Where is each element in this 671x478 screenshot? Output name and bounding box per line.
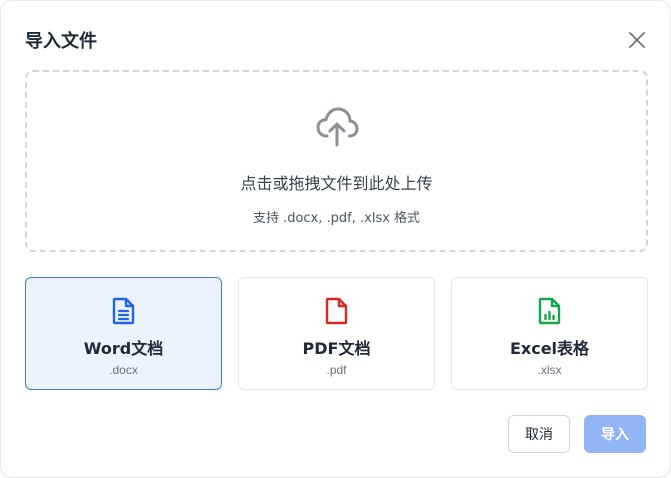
file-type-word[interactable]: Word文档 .docx [25, 277, 222, 390]
upload-dropzone[interactable]: 点击或拖拽文件到此处上传 支持 .docx, .pdf, .xlsx 格式 [25, 70, 648, 252]
import-file-dialog: 导入文件 点击或拖拽文件到此处上传 支持 .docx, .pdf, .xlsx … [0, 0, 671, 478]
dropzone-hint: 支持 .docx, .pdf, .xlsx 格式 [252, 211, 421, 226]
dialog-title: 导入文件 [25, 31, 97, 52]
cancel-button[interactable]: 取消 [508, 415, 570, 453]
file-type-name: PDF文档 [302, 339, 371, 358]
import-button[interactable]: 导入 [584, 415, 646, 453]
dropzone-text: 点击或拖拽文件到此处上传 [240, 174, 433, 193]
file-type-excel[interactable]: Excel表格 .xlsx [451, 277, 648, 390]
dialog-header: 导入文件 [25, 27, 646, 53]
file-type-ext: .docx [109, 363, 138, 377]
file-type-ext: .xlsx [537, 363, 562, 377]
file-type-name: Excel表格 [509, 339, 590, 358]
close-icon[interactable] [626, 29, 648, 51]
cloud-upload-icon [316, 107, 358, 147]
file-type-name: Word文档 [83, 339, 164, 358]
pdf-file-icon [325, 297, 347, 325]
file-type-options: Word文档 .docx PDF文档 .pdf Excel表格 .xlsx [25, 277, 648, 390]
dialog-footer: 取消 导入 [508, 415, 646, 453]
excel-file-icon [538, 297, 560, 325]
word-file-icon [112, 297, 134, 325]
file-type-ext: .pdf [326, 363, 347, 377]
file-type-pdf[interactable]: PDF文档 .pdf [238, 277, 435, 390]
